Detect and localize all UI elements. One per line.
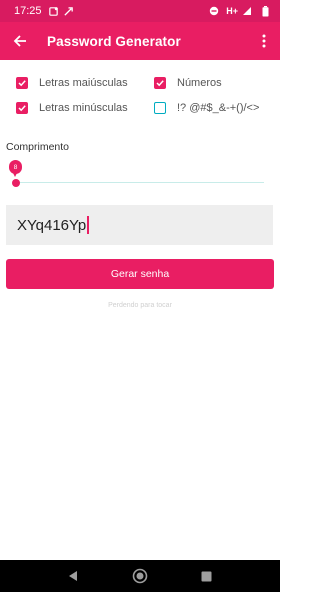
status-right-group: H+ xyxy=(208,5,274,17)
signal-icon xyxy=(241,5,253,17)
app-notification-icon xyxy=(48,5,60,17)
rocket-icon xyxy=(63,5,75,17)
length-slider-thumb[interactable] xyxy=(12,179,20,187)
option-numbers[interactable]: Números xyxy=(154,77,222,89)
generate-password-button[interactable]: Gerar senha xyxy=(6,259,274,289)
page-title: Password Generator xyxy=(47,33,181,49)
status-time: 17:25 xyxy=(14,5,42,17)
option-lowercase[interactable]: Letras minúsculas xyxy=(16,102,128,114)
checkbox-checked-icon[interactable] xyxy=(16,77,28,89)
checkbox-checked-icon[interactable] xyxy=(16,102,28,114)
status-bar: 17:25 H+ xyxy=(0,0,280,22)
option-uppercase[interactable]: Letras maiúsculas xyxy=(16,77,128,89)
app-bar: Password Generator xyxy=(0,22,280,60)
battery-icon xyxy=(259,5,271,17)
option-label: Letras minúsculas xyxy=(39,102,128,114)
nav-home-icon[interactable] xyxy=(131,567,149,585)
do-not-disturb-icon xyxy=(208,5,220,17)
option-label: !? @#$_&-+()/<> xyxy=(177,102,260,114)
text-cursor xyxy=(87,216,89,234)
password-field[interactable]: XYq416Yp xyxy=(6,205,273,245)
nav-recents-icon[interactable] xyxy=(198,567,216,585)
credit-text: Perdendo para tocar xyxy=(108,302,172,309)
arrow-back-icon[interactable] xyxy=(10,31,30,51)
option-symbols[interactable]: !? @#$_&-+()/<> xyxy=(154,102,259,114)
password-text: XYq416Yp xyxy=(17,216,87,234)
more-vert-icon[interactable] xyxy=(258,31,270,51)
length-slider-track[interactable] xyxy=(16,182,264,183)
network-type: H+ xyxy=(226,6,238,16)
navigation-bar xyxy=(0,560,280,592)
option-label: Letras maiúsculas xyxy=(39,77,128,89)
nav-back-icon[interactable] xyxy=(64,567,82,585)
option-label: Números xyxy=(177,77,222,89)
slider-value-bubble: 8 xyxy=(9,160,22,177)
length-label: Comprimento xyxy=(6,141,70,153)
checkbox-unchecked-icon[interactable] xyxy=(154,102,166,114)
checkbox-checked-icon[interactable] xyxy=(154,77,166,89)
